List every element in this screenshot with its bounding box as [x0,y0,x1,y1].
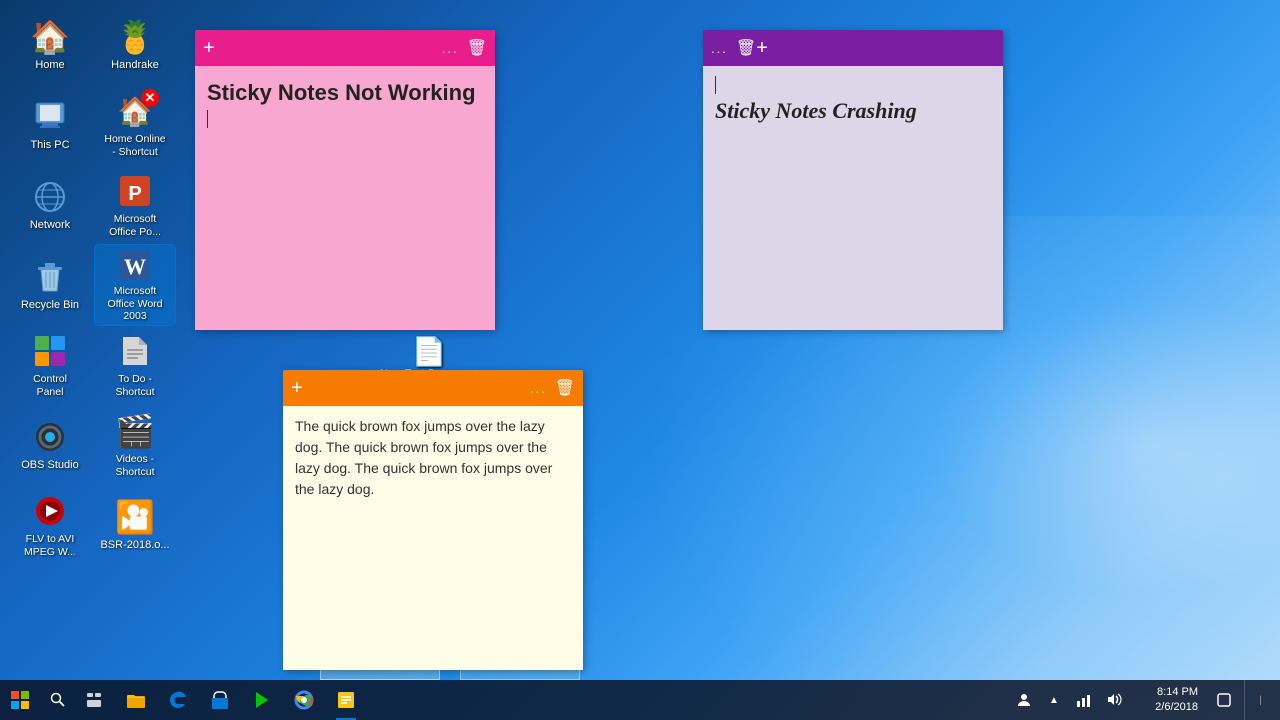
icon-row-1: This PC 🏠 ✕ Home Online- Shortcut [10,85,175,165]
taskbar-icon-explorer[interactable] [116,680,156,720]
home-online-label: Home Online- Shortcut [104,133,165,158]
desktop-icon-obs-studio[interactable]: OBS Studio [10,405,90,485]
recycle-bin-icon [30,257,70,297]
ms-office-po-label: MicrosoftOffice Po... [109,213,161,238]
obs-studio-label: OBS Studio [21,459,78,472]
sticky-pink-add-button[interactable]: + [203,37,215,60]
tray-chevron-icon[interactable]: ▲ [1040,680,1068,720]
sticky-gray-menu-button[interactable]: ... [711,41,728,56]
bsr-2018-icon: 🎦 [115,497,155,537]
taskbar-search-button[interactable] [40,680,76,720]
to-do-label: To Do -Shortcut [115,373,154,398]
clock-time: 8:14 PM [1157,685,1198,700]
tray-volume-icon[interactable] [1100,680,1128,720]
desktop-icon-area: 🏠 Home 🍍 Handrake [10,5,175,565]
sticky-note-pink-body[interactable]: Sticky Notes Not Working [195,66,495,330]
desktop-icon-videos[interactable]: 🎬 Videos -Shortcut [95,405,175,485]
taskbar-icon-store[interactable] [200,680,240,720]
handbrake-icon: 🍍 [115,17,155,57]
desktop-icon-home[interactable]: 🏠 Home [10,5,90,85]
sticky-note-gray-header: ... 🗑 + [703,30,1003,66]
sticky-gray-add-button[interactable]: + [756,37,768,60]
sticky-yellow-delete-button[interactable]: 🗑 [555,378,575,398]
flv-to-avi-icon [30,491,70,531]
sticky-note-pink-header: + ... 🗑 [195,30,495,66]
sticky-pink-menu-button[interactable]: ... [442,41,459,56]
taskbar: ▲ [0,680,1280,720]
control-panel-icon [30,331,70,371]
flv-to-avi-label: FLV to AVIMPEG W... [24,533,76,558]
show-desktop-button[interactable]: | [1244,680,1272,720]
clock-date: 2/6/2018 [1155,700,1198,715]
taskbar-icon-edge[interactable] [158,680,198,720]
desktop-icon-control-panel[interactable]: ControlPanel [10,325,90,405]
desktop: 🏠 Home 🍍 Handrake [0,0,1280,720]
svg-text:W: W [124,254,146,279]
sticky-yellow-add-button[interactable]: + [291,377,303,400]
sticky-note-yellow-header: + ... 🗑 [283,370,583,406]
icon-row-5: OBS Studio 🎬 Videos -Shortcut [10,405,175,485]
desktop-icon-this-pc[interactable]: This PC [10,85,90,165]
sticky-note-pink: + ... 🗑 Sticky Notes Not Working [195,30,495,330]
recycle-bin-label: Recycle Bin [21,299,79,312]
sticky-note-yellow-body[interactable]: The quick brown fox jumps over the lazy … [283,406,583,670]
sticky-gray-delete-button[interactable]: 🗑 [736,38,756,58]
cursor-blink-gray [715,76,716,94]
home-online-icon: 🏠 ✕ [115,91,155,131]
this-pc-icon [30,97,70,137]
windows-logo-icon [11,691,29,709]
this-pc-label: This PC [30,139,69,152]
desktop-icon-flv-to-avi[interactable]: FLV to AVIMPEG W... [10,485,90,565]
tray-icons: ▲ [1010,680,1128,720]
icon-row-4: ControlPanel To Do -Shortcut [10,325,175,405]
icon-row-6: FLV to AVIMPEG W... 🎦 BSR-2018.o... [10,485,175,565]
sticky-note-gray: ... 🗑 + Sticky Notes Crashing [703,30,1003,330]
home-icon: 🏠 [30,17,70,57]
taskbar-start-button[interactable] [0,680,40,720]
ms-office-po-icon: P [115,171,155,211]
home-label: Home [35,59,64,72]
ms-word-2003-icon: W [115,247,155,283]
icon-row-2: Network P MicrosoftOffice Po... [10,165,175,245]
sticky-pink-delete-button[interactable]: 🗑 [467,38,487,58]
cursor-blink-pink [207,110,208,128]
desktop-icon-to-do[interactable]: To Do -Shortcut [95,325,175,405]
icon-row-3: Recycle Bin W MicrosoftOffice Word2003 [10,245,175,325]
desktop-icon-recycle-bin[interactable]: Recycle Bin [10,245,90,325]
svg-text:P: P [128,183,141,205]
network-icon [30,177,70,217]
taskbar-app-icons [112,680,1010,720]
taskbar-tray: ▲ [1010,680,1280,720]
taskbar-clock[interactable]: 8:14 PM 2/6/2018 [1134,685,1204,716]
desktop-icon-ms-word-2003[interactable]: W MicrosoftOffice Word2003 [95,245,175,325]
network-label: Network [30,219,70,232]
videos-icon: 🎬 [115,411,155,451]
taskbar-icon-sticky[interactable] [326,680,366,720]
sticky-gray-title: Sticky Notes Crashing [715,94,991,128]
desktop-icon-home-online[interactable]: 🏠 ✕ Home Online- Shortcut [95,85,175,165]
taskbar-icon-media[interactable] [242,680,282,720]
desktop-icon-network[interactable]: Network [10,165,90,245]
sticky-yellow-text: The quick brown fox jumps over the lazy … [295,416,571,500]
sticky-pink-title: Sticky Notes Not Working [207,76,483,110]
videos-label: Videos -Shortcut [115,453,154,478]
control-panel-label: ControlPanel [33,373,67,398]
handbrake-label: Handrake [111,59,159,72]
desktop-icon-handbrake[interactable]: 🍍 Handrake [95,5,175,85]
taskbar-icon-chrome[interactable] [284,680,324,720]
ms-word-2003-label: MicrosoftOffice Word2003 [107,285,162,323]
sticky-yellow-menu-button[interactable]: ... [530,381,547,396]
desktop-icon-ms-office-po[interactable]: P MicrosoftOffice Po... [95,165,175,245]
taskbar-task-view-button[interactable] [76,680,112,720]
bsr-2018-label: BSR-2018.o... [100,539,169,552]
to-do-icon [115,331,155,371]
sticky-note-gray-body[interactable]: Sticky Notes Crashing [703,66,1003,330]
tray-network-icon[interactable] [1070,680,1098,720]
tray-people-icon[interactable] [1010,680,1038,720]
obs-studio-icon [30,417,70,457]
sticky-note-yellow: + ... 🗑 The quick brown fox jumps over t… [283,370,583,670]
icon-row-0: 🏠 Home 🍍 Handrake [10,5,175,85]
desktop-icon-bsr-2018[interactable]: 🎦 BSR-2018.o... [95,485,175,565]
taskbar-notification-button[interactable] [1210,680,1238,720]
